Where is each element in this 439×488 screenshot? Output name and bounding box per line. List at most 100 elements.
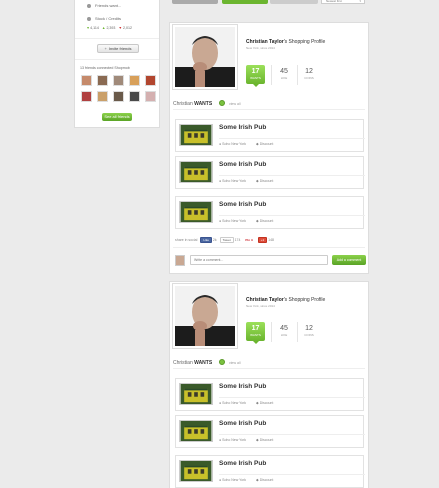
divider: [271, 322, 272, 342]
item-thumbnail[interactable]: [179, 161, 213, 183]
stock-row[interactable]: Stock / Credits: [87, 16, 121, 21]
view-all-link[interactable]: view all: [229, 102, 240, 106]
likes-count: 45: [280, 68, 288, 75]
like-count: 2k: [212, 237, 217, 242]
friend-avatar[interactable]: [81, 91, 92, 102]
tag-icon: ◆: [256, 179, 259, 183]
invite-friends-button[interactable]: + Invite friends: [97, 44, 139, 53]
add-want-icon[interactable]: [219, 100, 225, 106]
pin-label: Pin it: [245, 238, 253, 242]
friend-avatar[interactable]: [97, 75, 108, 86]
want-item[interactable]: Some Irish Pub ● Soho New York ◆ Discount: [175, 156, 365, 189]
wants-section-title: Christian WANTS: [173, 101, 212, 107]
profile-card: Christian Taylor's Shopping Profile New …: [169, 281, 369, 488]
wants-label: WANTS: [250, 333, 261, 337]
portrait-image: [175, 286, 235, 346]
want-item[interactable]: Some Irish Pub ● Soho New York ◆ Discount: [175, 415, 365, 448]
pub-image: [180, 384, 212, 404]
profile-title: Christian Taylor's Shopping Profile: [246, 39, 325, 45]
profile-title: Christian Taylor's Shopping Profile: [246, 297, 325, 303]
user-name[interactable]: Christian Taylor: [246, 297, 284, 303]
view-all-link[interactable]: view all: [229, 361, 240, 365]
pub-image: [180, 461, 212, 481]
friend-avatar[interactable]: [129, 75, 140, 86]
tweet-button[interactable]: Tweet: [219, 237, 234, 243]
item-tag: Discount: [259, 142, 274, 146]
profile-subline: New York, since 2014: [246, 304, 275, 308]
item-title[interactable]: Some Irish Pub: [219, 161, 266, 168]
friend-avatar[interactable]: [129, 91, 140, 102]
pin-it-button[interactable]: Pin it: [243, 238, 255, 242]
sort-select[interactable]: Newest first: [321, 0, 365, 4]
top-tab-2[interactable]: [222, 0, 268, 4]
divider: [219, 434, 365, 435]
location-pin-icon: ●: [219, 179, 222, 183]
item-title[interactable]: Some Irish Pub: [219, 420, 266, 427]
item-title[interactable]: Some Irish Pub: [219, 201, 266, 208]
comment-input[interactable]: [190, 255, 328, 265]
divider: [75, 59, 159, 60]
want-item[interactable]: Some Irish Pub ● Soho New York ◆ Discount: [175, 196, 365, 229]
gplus-button[interactable]: +1: [257, 237, 268, 243]
top-tab-1[interactable]: [172, 0, 218, 4]
coins-stat[interactable]: 12 COINS: [299, 325, 319, 337]
friends-want-row[interactable]: Friends want...: [87, 3, 121, 8]
item-tag: Discount: [259, 438, 274, 442]
gplus-count: 148: [268, 237, 274, 242]
item-location: Soho New York: [222, 478, 247, 482]
user-name[interactable]: Christian Taylor: [246, 39, 284, 45]
friend-avatar[interactable]: [145, 75, 156, 86]
wants-count-badge[interactable]: 17 WANTS: [246, 322, 265, 344]
profile-photo[interactable]: [172, 24, 238, 90]
item-thumbnail[interactable]: [179, 201, 213, 223]
item-thumbnail[interactable]: [179, 124, 213, 146]
share-bar: share in social Like 2k Tweet 174 Pin it +…: [175, 237, 274, 243]
divider: [219, 397, 365, 398]
tag-icon: ◆: [256, 478, 259, 482]
coins-label: COINS: [304, 333, 314, 337]
friend-avatar[interactable]: [113, 75, 124, 86]
facebook-like-button[interactable]: Like: [200, 237, 212, 243]
want-item[interactable]: Some Irish Pub ● Soho New York ◆ Discount: [175, 455, 365, 488]
tweet-label: Tweet: [222, 238, 231, 242]
coins-count: 12: [305, 325, 313, 332]
item-thumbnail[interactable]: [179, 460, 213, 482]
item-location: Soho New York: [222, 142, 247, 146]
divider: [75, 38, 159, 39]
friend-avatar[interactable]: [113, 91, 124, 102]
see-all-friends-button[interactable]: See all friends: [102, 113, 132, 121]
stat-3: 2,012: [123, 26, 132, 30]
wants-user: Christian: [173, 101, 193, 107]
friend-avatar[interactable]: [81, 75, 92, 86]
coins-stat[interactable]: 12 COINS: [299, 68, 319, 80]
divider: [173, 368, 365, 369]
stat-2: 2,393: [106, 26, 116, 30]
top-tab-3[interactable]: [270, 0, 318, 4]
heart-icon: ♥: [87, 26, 90, 30]
wants-count-badge[interactable]: 17 WANTS: [246, 65, 265, 87]
item-title[interactable]: Some Irish Pub: [219, 460, 266, 467]
likes-stat[interactable]: 45 LIKE: [274, 68, 294, 80]
add-comment-button[interactable]: Add a comment: [332, 255, 366, 265]
want-item[interactable]: Some Irish Pub ● Soho New York ◆ Discount: [175, 378, 365, 411]
want-item[interactable]: Some Irish Pub ● Soho New York ◆ Discount: [175, 119, 365, 152]
my-avatar: [175, 255, 185, 266]
tag-icon: ◆: [256, 438, 259, 442]
profile-photo[interactable]: [172, 283, 238, 349]
location-pin-icon: ●: [219, 438, 222, 442]
item-location: Soho New York: [222, 401, 247, 405]
price-icon: ▲: [101, 26, 106, 30]
item-location: Soho New York: [222, 219, 247, 223]
friends-connected-label: 13 friends connected Shopmob: [80, 66, 130, 70]
item-thumbnail[interactable]: [179, 383, 213, 405]
divider: [219, 215, 365, 216]
item-thumbnail[interactable]: [179, 420, 213, 442]
item-meta: ● Soho New York ◆ Discount: [219, 401, 273, 405]
location-pin-icon: ●: [219, 401, 222, 405]
add-want-icon[interactable]: [219, 359, 225, 365]
item-title[interactable]: Some Irish Pub: [219, 124, 266, 131]
item-title[interactable]: Some Irish Pub: [219, 383, 266, 390]
friend-avatar[interactable]: [97, 91, 108, 102]
likes-stat[interactable]: 45 LIKE: [274, 325, 294, 337]
friend-avatar[interactable]: [145, 91, 156, 102]
